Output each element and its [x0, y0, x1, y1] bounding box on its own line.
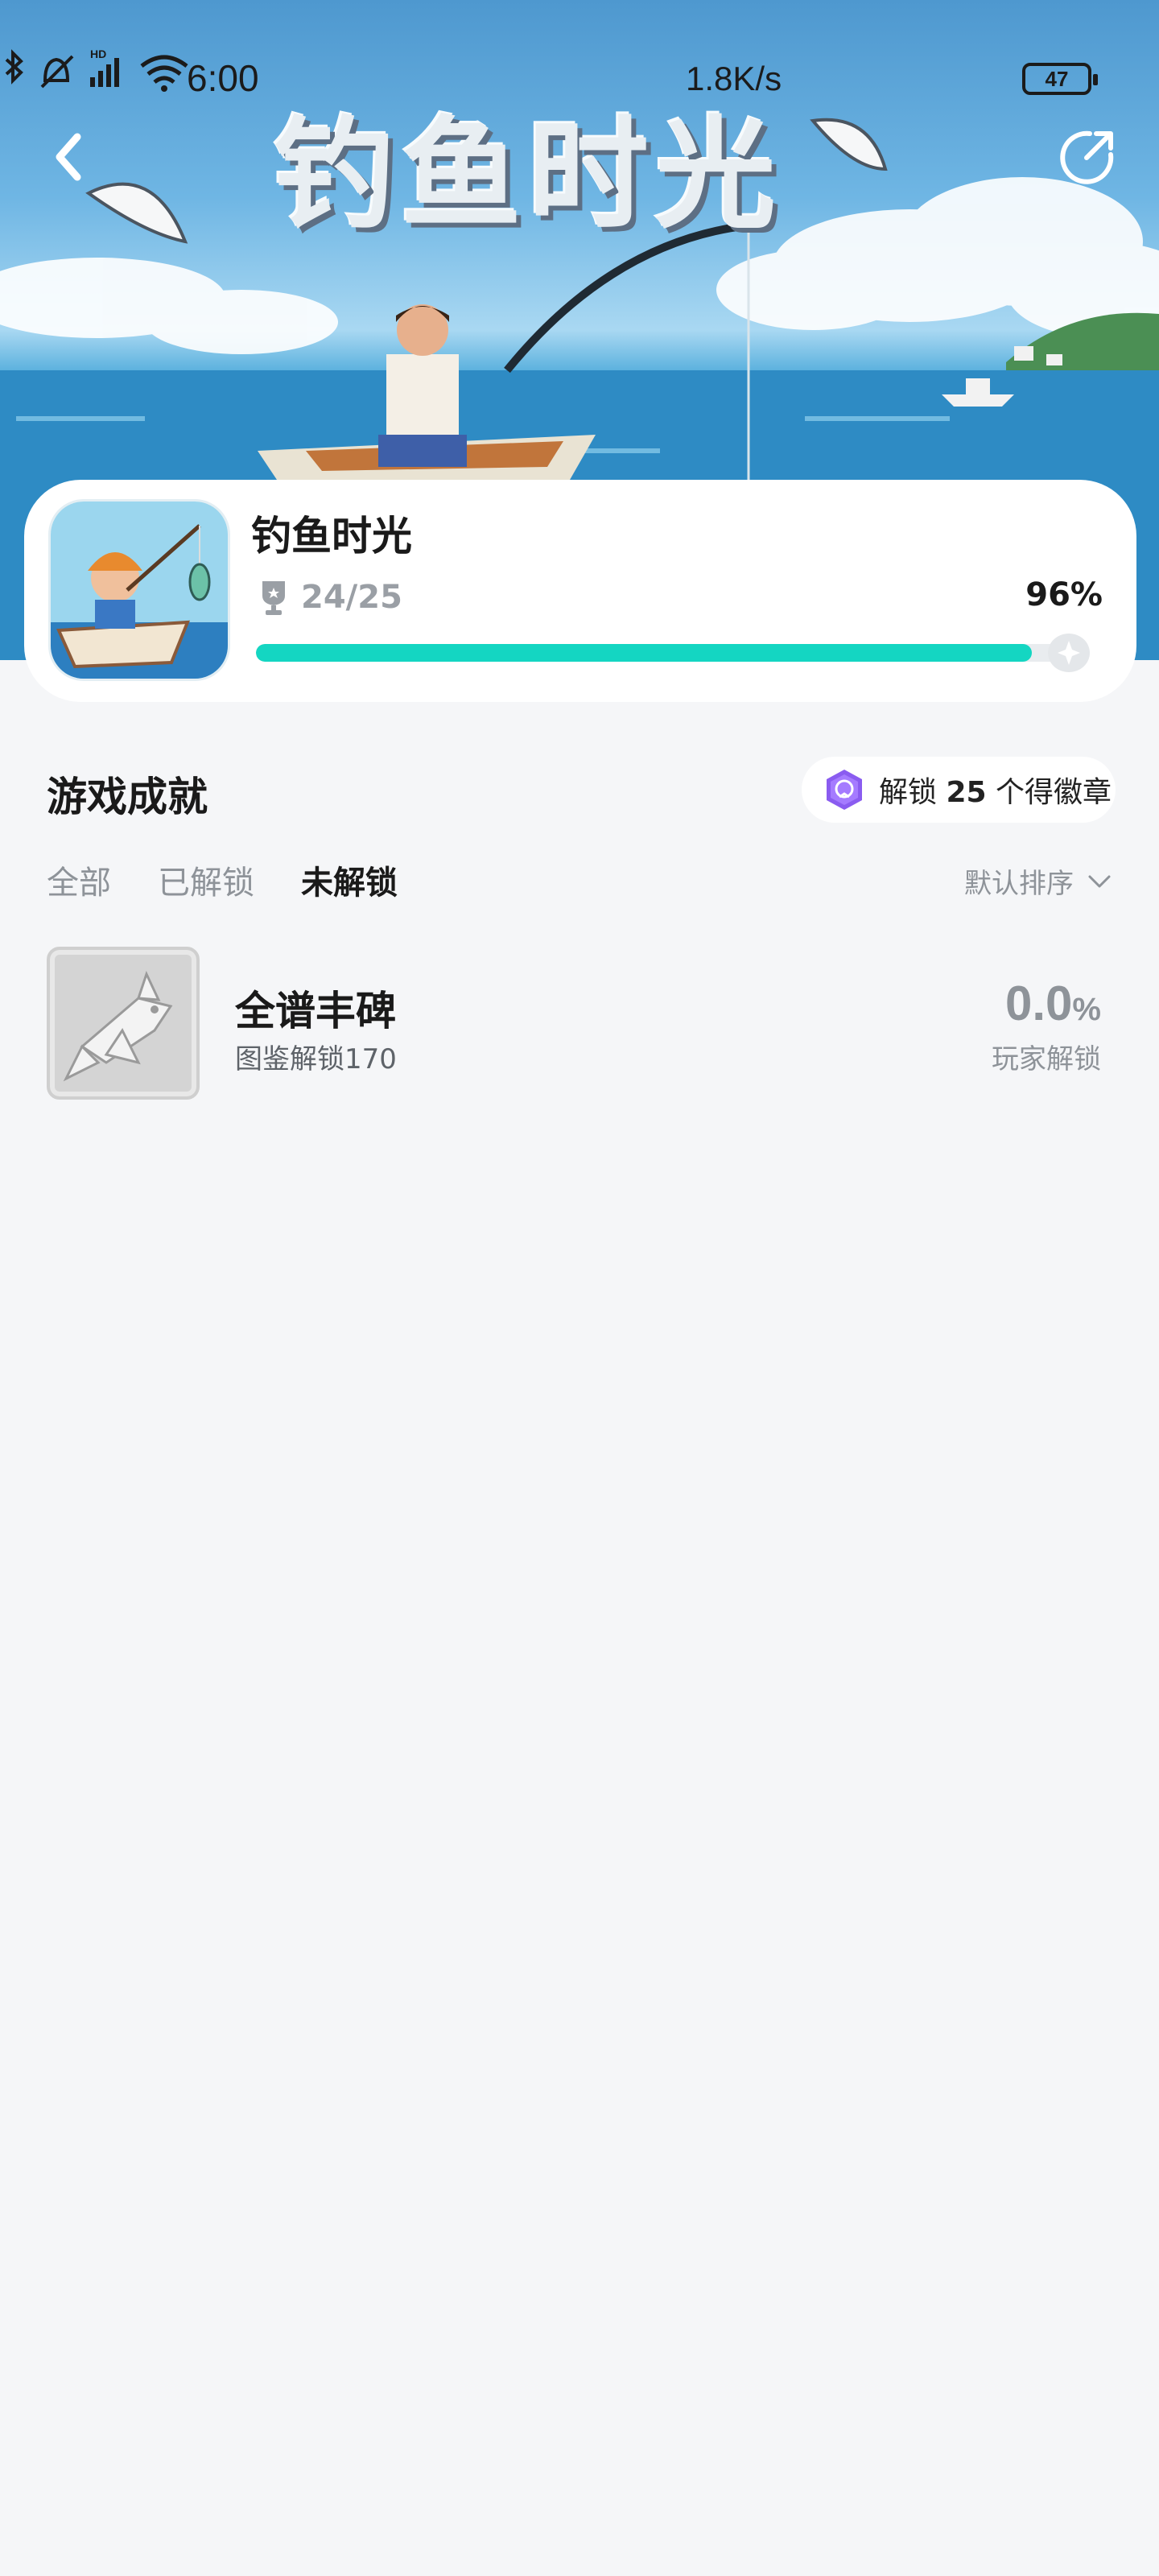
badge-goal-icon [1048, 634, 1090, 672]
status-bar: 6:00 1.8K/s HD 47 [0, 48, 1159, 113]
share-button[interactable] [1054, 126, 1119, 190]
game-name: 钓鱼时光 [251, 513, 412, 559]
section-title: 游戏成就 [47, 774, 208, 820]
achievement-rate-value: 0.0 [1005, 976, 1073, 1030]
badge-unlock-pill[interactable]: 解锁 25 个得徽章 [802, 757, 1116, 823]
status-icons: HD [5, 48, 188, 92]
achievement-rate: 0.0% [1005, 976, 1101, 1031]
game-icon [48, 499, 230, 681]
badge-prefix: 解锁 [879, 776, 938, 809]
achievement-description: 图鉴解锁170 [235, 1043, 397, 1075]
tab-locked[interactable]: 未解锁 [301, 857, 398, 905]
achievement-item[interactable]: 全谱丰碑 图鉴解锁170 0.0% 玩家解锁 [0, 947, 1159, 1104]
tab-unlocked[interactable]: 已解锁 [158, 857, 254, 905]
tab-all[interactable]: 全部 [47, 857, 111, 905]
progress-bar [256, 644, 1064, 662]
game-card: 钓鱼时光 24/25 96% [24, 480, 1136, 702]
network-speed: 1.8K/s [686, 60, 782, 97]
filter-tabs: 全部 已解锁 未解锁 [47, 857, 444, 905]
badge-text: 解锁 25 个得徽章 [879, 769, 1112, 811]
progress-fill [256, 644, 1032, 662]
badge-icon [827, 770, 862, 810]
badge-suffix: 个得徽章 [996, 776, 1112, 809]
signal-icon [90, 58, 119, 87]
battery-indicator: 47 [1022, 63, 1098, 95]
svg-text:HD: HD [90, 48, 106, 60]
share-icon [1060, 130, 1114, 184]
sort-dropdown[interactable]: 默认排序 [964, 861, 1112, 901]
achievement-icon [47, 947, 200, 1100]
badge-count: 25 [946, 776, 987, 809]
trophy-icon [262, 581, 285, 615]
achievement-rate-unit: % [1072, 992, 1101, 1027]
trophy-count: 24/25 [301, 579, 402, 616]
chevron-down-icon [1088, 875, 1111, 887]
back-button[interactable] [37, 121, 101, 193]
completion-percent: 96% [1025, 576, 1103, 613]
bluetooth-icon [5, 49, 23, 85]
chevron-left-icon [56, 133, 81, 181]
achievement-rate-label: 玩家解锁 [992, 1043, 1101, 1075]
trophy-row: 24/25 [258, 575, 402, 620]
wifi-icon [140, 55, 188, 85]
sort-label: 默认排序 [964, 868, 1074, 900]
fish-icon [63, 970, 173, 1082]
achievement-title: 全谱丰碑 [235, 988, 396, 1034]
